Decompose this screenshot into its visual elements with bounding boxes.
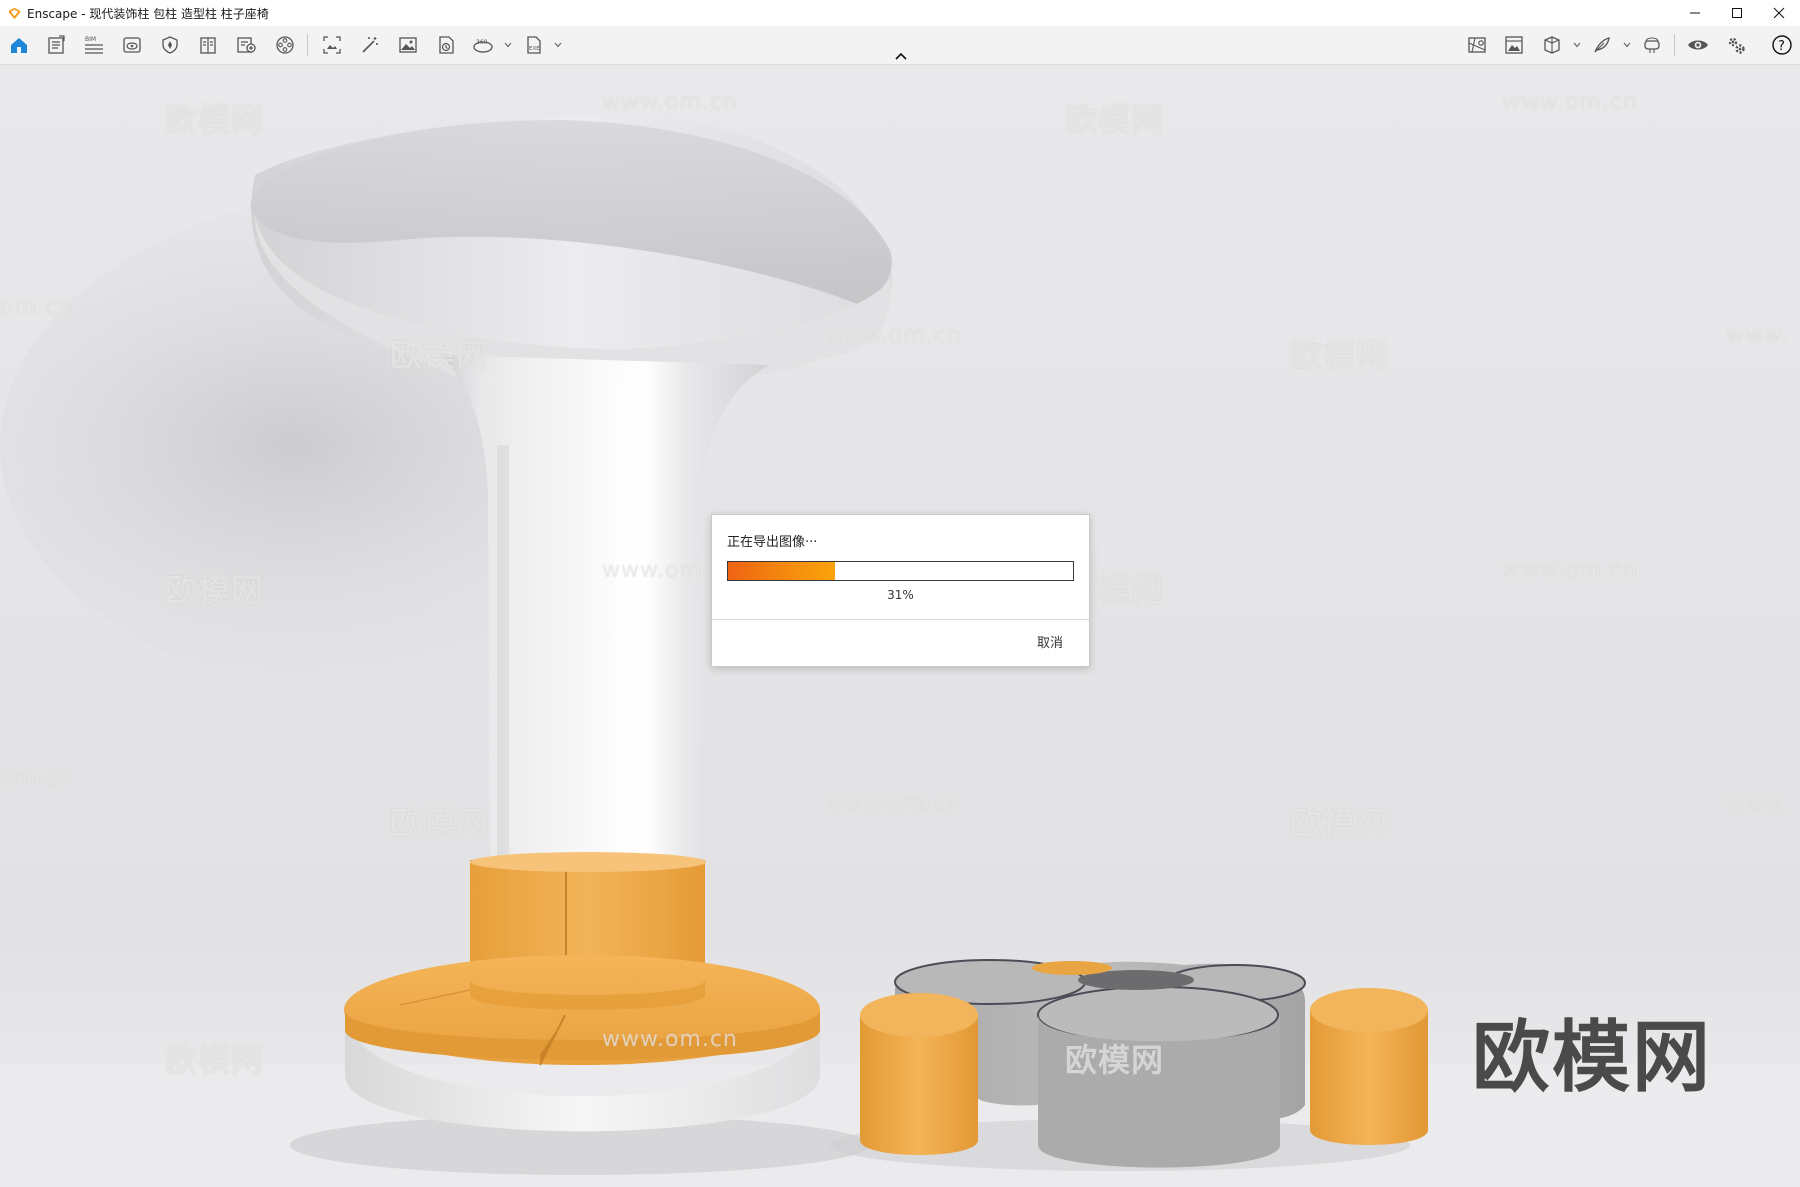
- svg-text:BIM: BIM: [85, 36, 96, 43]
- magic-wand-icon: [362, 37, 378, 53]
- eye-icon: [1688, 40, 1708, 50]
- help-icon: ?: [1772, 35, 1792, 55]
- batch-render-button[interactable]: [433, 32, 459, 58]
- cube-dropdown[interactable]: [1572, 37, 1582, 53]
- gallery-icon: [1505, 36, 1523, 54]
- chevron-down-icon: [1573, 42, 1581, 48]
- exe-export-button[interactable]: EXE: [521, 32, 547, 58]
- magic-wand-button[interactable]: [357, 32, 383, 58]
- enscape-logo-icon: [8, 7, 21, 19]
- vr-headset-button[interactable]: [1639, 32, 1665, 58]
- asset-button[interactable]: [233, 32, 259, 58]
- vr-headset-icon: [1644, 37, 1660, 53]
- shield-button[interactable]: [157, 32, 183, 58]
- svg-text:360: 360: [476, 39, 488, 46]
- batch-render-icon: [439, 36, 454, 54]
- dialog-title: 正在导出图像···: [727, 535, 818, 550]
- dialog-divider: [712, 619, 1089, 620]
- bim-icon: BIM: [85, 36, 103, 54]
- svg-text:EXE: EXE: [529, 46, 540, 52]
- window-title: Enscape - 现代装饰柱 包柱 造型柱 柱子座椅: [27, 6, 269, 21]
- maximize-icon: [1732, 8, 1742, 18]
- image-button[interactable]: [395, 32, 421, 58]
- reel-button[interactable]: [272, 32, 298, 58]
- svg-text:?: ?: [1778, 39, 1785, 54]
- help-button[interactable]: ?: [1769, 32, 1795, 58]
- exe-export-icon: EXE: [527, 36, 541, 54]
- toolbar-separator: [307, 34, 308, 56]
- document-icon: [48, 35, 65, 54]
- cube-icon: [1544, 36, 1560, 54]
- document-button[interactable]: [43, 32, 69, 58]
- chevron-up-icon[interactable]: [893, 49, 909, 63]
- bim-button[interactable]: BIM: [81, 32, 107, 58]
- close-icon: [1773, 7, 1785, 19]
- brand-watermark: 欧模网: [1472, 1013, 1713, 1103]
- book-button[interactable]: [195, 32, 221, 58]
- exe-export-dropdown[interactable]: [553, 37, 563, 53]
- progress-percent-label: 31%: [887, 588, 914, 602]
- map-icon: [1468, 37, 1486, 53]
- shield-icon: [162, 36, 178, 54]
- chevron-down-icon: [1623, 42, 1631, 48]
- cube-button[interactable]: [1539, 32, 1565, 58]
- progress-bar: [727, 561, 1074, 581]
- reel-icon: [276, 36, 294, 54]
- home-icon: [11, 38, 27, 53]
- chevron-down-icon: [554, 42, 562, 48]
- panorama-dropdown[interactable]: [503, 37, 513, 53]
- image-icon: [399, 37, 417, 53]
- close-button[interactable]: [1758, 0, 1800, 26]
- map-button[interactable]: [1464, 32, 1490, 58]
- home-button[interactable]: [6, 32, 32, 58]
- chevron-down-icon: [504, 42, 512, 48]
- minimize-button[interactable]: [1674, 0, 1716, 26]
- settings-button[interactable]: [1723, 32, 1749, 58]
- export-progress-dialog: 正在导出图像··· 31% 取消: [711, 514, 1090, 667]
- feather-button[interactable]: [1589, 32, 1615, 58]
- screenshot-button[interactable]: [319, 32, 345, 58]
- panorama-button[interactable]: 360: [470, 32, 496, 58]
- screenshot-icon: [323, 36, 341, 54]
- view-icon: [123, 37, 141, 53]
- cancel-button[interactable]: 取消: [1037, 632, 1063, 651]
- toolbar-separator: [1674, 34, 1675, 56]
- eye-button[interactable]: [1685, 32, 1711, 58]
- gallery-button[interactable]: [1501, 32, 1527, 58]
- asset-icon: [237, 37, 256, 53]
- minimize-icon: [1690, 12, 1700, 14]
- book-icon: [200, 37, 216, 54]
- feather-icon: [1594, 37, 1610, 53]
- settings-icon: [1728, 37, 1745, 54]
- window-controls: [1674, 0, 1800, 26]
- title-bar: Enscape - 现代装饰柱 包柱 造型柱 柱子座椅: [0, 0, 1800, 26]
- progress-fill: [728, 562, 835, 580]
- panorama-icon: 360: [473, 39, 493, 53]
- view-button[interactable]: [119, 32, 145, 58]
- maximize-button[interactable]: [1716, 0, 1758, 26]
- feather-dropdown[interactable]: [1622, 37, 1632, 53]
